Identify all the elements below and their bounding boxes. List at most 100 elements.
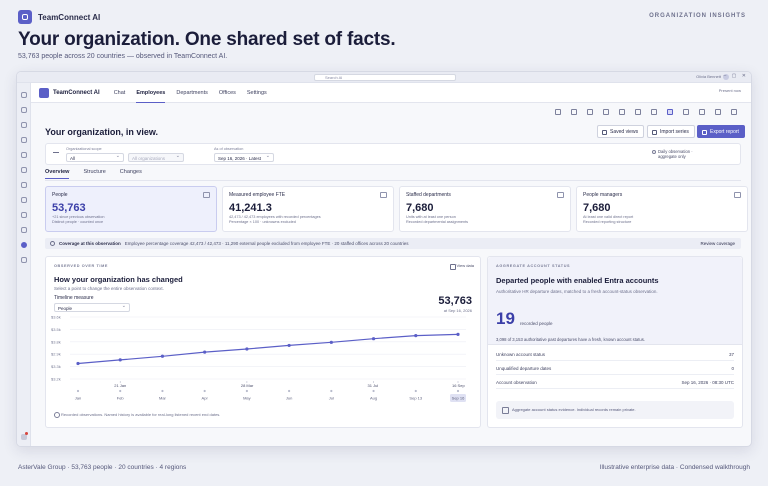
import-series-button[interactable]: Import series <box>647 125 695 138</box>
divider <box>45 180 741 181</box>
account-status-card: AGGREGATE ACCOUNT STATUS Departed people… <box>487 256 743 428</box>
apps-grid-icon[interactable] <box>699 109 705 115</box>
kpi-detail: 42,473 / 42,473 employees with recorded … <box>229 215 321 219</box>
coverage-title: Coverage at this observation <box>59 241 121 246</box>
tab-departments[interactable]: Departments <box>176 83 208 103</box>
tab-settings[interactable]: Settings <box>247 83 267 103</box>
map-icon[interactable] <box>635 109 641 115</box>
tab-structure[interactable]: Structure <box>83 169 105 179</box>
card-title: Departed people with enabled Entra accou… <box>496 276 659 285</box>
x-tick-label: May <box>243 396 251 401</box>
chart-icon[interactable] <box>603 109 609 115</box>
data-point <box>371 337 376 341</box>
activity-icon[interactable] <box>20 92 27 98</box>
y-tick-label: $3.5k <box>51 327 61 332</box>
people-icon <box>203 192 210 198</box>
export-report-button[interactable]: Export report <box>697 125 745 138</box>
document-icon[interactable] <box>667 109 673 115</box>
apps-icon[interactable] <box>20 182 27 188</box>
saved-views-button[interactable]: Saved views <box>597 125 645 138</box>
list-view-icon[interactable] <box>571 109 577 115</box>
hero-subtitle: 53,763 people across 20 countries — obse… <box>18 53 228 60</box>
app-name: TeamConnect AI <box>53 89 100 96</box>
window-controls[interactable]: – ▢ ✕ <box>724 73 748 79</box>
scope-select[interactable]: All <box>66 153 124 162</box>
data-point <box>456 332 460 337</box>
card-eyebrow: AGGREGATE ACCOUNT STATUS <box>496 264 571 268</box>
tab-chat[interactable]: Chat <box>114 83 126 103</box>
present-now-button[interactable]: Present now <box>719 88 741 93</box>
x-tick-dot <box>414 389 417 393</box>
footer-right: Illustrative enterprise data · Condensed… <box>599 464 750 471</box>
organization-select[interactable]: All organizations <box>128 153 184 162</box>
x-tick-label: Sep 16 <box>452 396 465 401</box>
teamconnect-app-icon[interactable] <box>20 242 27 248</box>
more-apps-icon[interactable] <box>20 257 27 263</box>
table-icon[interactable] <box>587 109 593 115</box>
more-icon[interactable] <box>731 109 737 115</box>
files-icon[interactable] <box>20 167 27 173</box>
org-icon[interactable] <box>20 212 27 218</box>
observation-select[interactable]: Sep 16, 2026 · Latest <box>214 153 274 162</box>
trend-up-icon <box>380 192 387 198</box>
x-tick-label: Feb <box>117 396 125 401</box>
refresh-icon[interactable] <box>715 109 721 115</box>
kpi-fte[interactable]: Measured employee FTE 41,241.3 42,473 / … <box>222 186 394 232</box>
brand-name: TeamConnect AI <box>38 12 101 22</box>
x-tick-dot <box>119 389 122 393</box>
event-label: 21 Jan <box>114 383 126 388</box>
asof-label: As of observation <box>214 147 244 151</box>
teamconnect-logo-icon <box>18 10 32 24</box>
user-name: Olivia Bennett <box>696 74 721 79</box>
data-point <box>414 334 418 338</box>
kpi-value: 53,763 <box>52 202 86 214</box>
app-window: Search AI Olivia Bennett – ▢ ✕ TeamConne… <box>16 71 752 447</box>
global-search-input[interactable]: Search AI <box>314 74 456 81</box>
stat-row: Unqualified departure dates 0 <box>496 363 734 375</box>
kpi-departments[interactable]: Staffed departments 7,680 Units with at … <box>399 186 571 232</box>
notes-icon[interactable] <box>20 227 27 233</box>
tab-employees[interactable]: Employees <box>136 83 166 103</box>
org-chart-icon[interactable] <box>651 109 657 115</box>
grid-view-icon[interactable] <box>555 109 561 115</box>
insights-icon[interactable] <box>20 197 27 203</box>
kpi-value: 7,680 <box>583 202 611 214</box>
x-tick-dot <box>330 389 333 393</box>
kpi-label: Staffed departments <box>406 192 451 198</box>
stat-value: 37 <box>728 352 734 357</box>
info-icon <box>652 150 656 154</box>
calendar-icon[interactable] <box>20 137 27 143</box>
chat-icon[interactable] <box>20 107 27 113</box>
kpi-detail: Units with at least one person <box>406 215 456 219</box>
filter-bar: Organizational scope All All organizatio… <box>45 143 741 165</box>
calls-icon[interactable] <box>20 152 27 158</box>
stat-label: Unknown account status <box>496 352 546 357</box>
help-icon[interactable] <box>21 432 28 440</box>
teams-icon[interactable] <box>20 122 27 128</box>
series-line <box>77 333 459 365</box>
x-tick-dot <box>245 389 248 393</box>
page-title: Your organization, in view. <box>45 127 159 137</box>
review-coverage-link[interactable]: Review coverage <box>700 241 735 246</box>
kpi-people[interactable]: People 53,763 +21 since previous observa… <box>45 186 217 232</box>
x-tick-dot <box>288 389 291 393</box>
event-label: 16 Sep <box>452 383 465 388</box>
app-logo-icon <box>39 87 49 98</box>
left-rail <box>17 83 31 446</box>
event-label: 31 Jul <box>368 383 379 388</box>
tab-offices[interactable]: Offices <box>219 83 236 103</box>
people-icon[interactable] <box>619 109 625 115</box>
kpi-managers[interactable]: People managers 7,680 At least one valid… <box>576 186 748 232</box>
status-description: 3,098 of 3,153 authoritative past depart… <box>496 337 645 342</box>
x-tick-label: Aug <box>370 396 377 401</box>
tab-overview[interactable]: Overview <box>45 169 70 179</box>
x-tick-label: Jun <box>286 396 292 401</box>
coverage-banner: Coverage at this observation Employee pe… <box>45 238 741 249</box>
chart-footnote: Recorded observations. Named history is … <box>54 412 220 418</box>
app-header: TeamConnect AI Chat Employees Department… <box>31 83 751 103</box>
kpi-value: 7,680 <box>406 202 434 214</box>
trend-chart[interactable]: $3.6k $3.5k $3.8k $2.9k $3.3k $3.2k 21 Jan 28 M… <box>46 257 482 407</box>
filter-icon[interactable] <box>683 109 689 115</box>
tab-changes[interactable]: Changes <box>120 169 142 179</box>
data-point <box>329 340 333 344</box>
